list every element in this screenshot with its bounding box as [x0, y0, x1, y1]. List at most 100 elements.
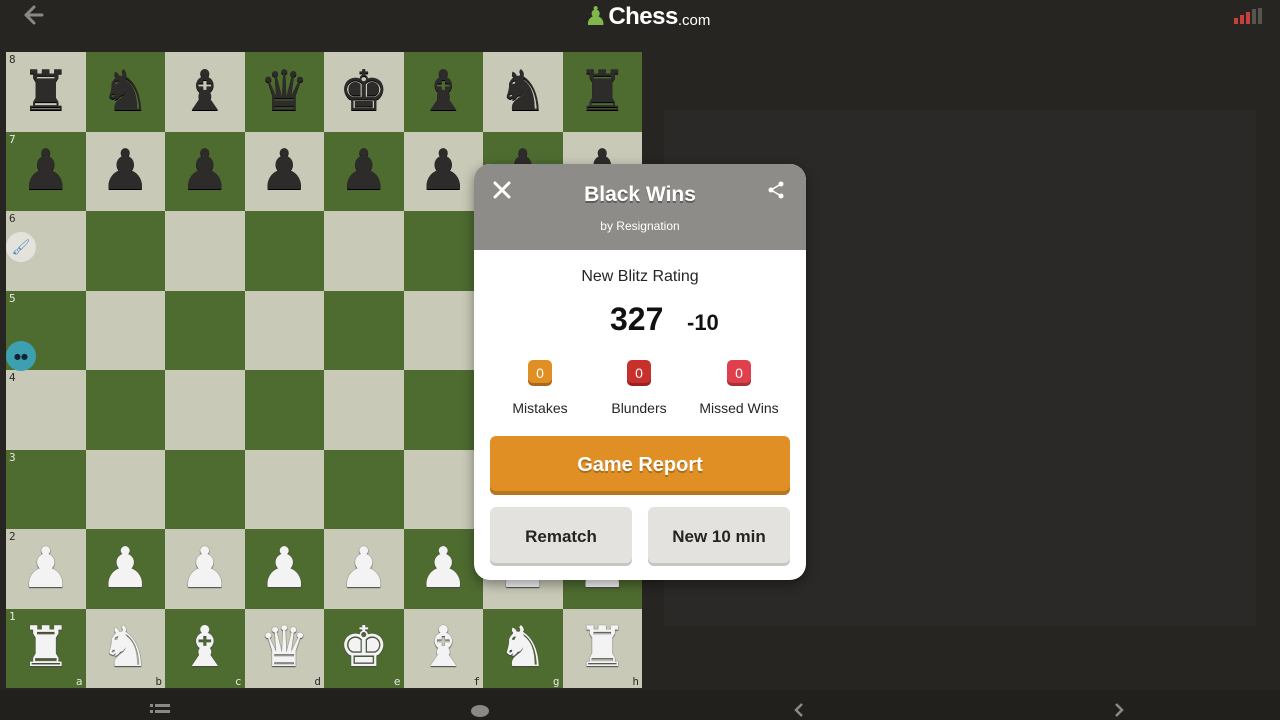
black-piece[interactable]: ♟ — [100, 143, 150, 199]
white-piece[interactable]: ♞ — [498, 620, 548, 676]
white-piece[interactable]: ♞ — [100, 620, 150, 676]
square-e3[interactable] — [324, 449, 404, 529]
square-b8[interactable]: ♞ — [85, 52, 165, 132]
black-piece[interactable]: ♟ — [418, 143, 468, 199]
black-piece[interactable]: ♝ — [418, 63, 468, 120]
game-over-dialog: Black Wins by Resignation New Blitz Rati… — [474, 164, 806, 580]
square-e2[interactable]: ♟ — [324, 529, 404, 609]
white-piece[interactable]: ♝ — [418, 620, 468, 676]
square-a8[interactable]: ♜ 8 — [6, 52, 86, 132]
square-b5[interactable] — [85, 290, 165, 370]
square-e6[interactable] — [324, 211, 404, 291]
black-piece[interactable]: ♞ — [100, 63, 150, 120]
tool-button-icon[interactable]: ●● — [6, 341, 36, 371]
share-icon[interactable] — [766, 180, 790, 204]
square-d8[interactable]: ♛ — [244, 52, 324, 132]
square-e5[interactable] — [324, 290, 404, 370]
white-piece[interactable]: ♟ — [180, 540, 230, 597]
square-d3[interactable] — [244, 449, 324, 529]
square-c8[interactable]: ♝ — [165, 52, 245, 132]
square-f5[interactable] — [403, 290, 483, 370]
black-piece[interactable]: ♟ — [339, 143, 389, 199]
rank-label: 6 — [9, 212, 16, 225]
square-g8[interactable]: ♞ — [483, 52, 563, 132]
square-h1[interactable]: ♜ h — [562, 608, 642, 688]
rematch-button[interactable]: Rematch — [490, 507, 632, 566]
square-b2[interactable]: ♟ — [85, 529, 165, 609]
game-report-button[interactable]: Game Report — [490, 436, 790, 495]
square-a7[interactable]: ♟ 7 — [6, 131, 86, 211]
black-piece[interactable]: ♚ — [339, 63, 389, 120]
white-piece[interactable]: ♚ — [339, 620, 389, 676]
square-c4[interactable] — [165, 370, 245, 450]
square-e1[interactable]: ♚ e — [324, 608, 404, 688]
square-f3[interactable] — [403, 449, 483, 529]
previous-move-icon[interactable] — [792, 700, 806, 720]
white-piece[interactable]: ♜ — [577, 620, 627, 676]
white-piece[interactable]: ♝ — [180, 620, 230, 676]
black-piece[interactable]: ♜ — [21, 63, 71, 120]
square-f7[interactable]: ♟ — [403, 131, 483, 211]
black-piece[interactable]: ♛ — [259, 63, 309, 120]
square-d5[interactable] — [244, 290, 324, 370]
black-piece[interactable]: ♟ — [21, 143, 71, 199]
white-piece[interactable]: ♟ — [259, 540, 309, 597]
square-d2[interactable]: ♟ — [244, 529, 324, 609]
black-piece[interactable]: ♟ — [259, 143, 309, 199]
square-e8[interactable]: ♚ — [324, 52, 404, 132]
square-b3[interactable] — [85, 449, 165, 529]
white-piece[interactable]: ♟ — [21, 540, 71, 597]
square-d7[interactable]: ♟ — [244, 131, 324, 211]
square-a3[interactable]: 3 — [6, 449, 86, 529]
rank-label: 4 — [9, 371, 16, 384]
rating-value: 327 — [610, 301, 664, 337]
stat-mistakes: 0 Mistakes — [490, 360, 590, 416]
black-piece[interactable]: ♟ — [180, 143, 230, 199]
black-piece[interactable]: ♝ — [180, 63, 230, 120]
arrow-left-icon[interactable] — [22, 4, 52, 30]
white-piece[interactable]: ♜ — [21, 620, 71, 676]
square-g1[interactable]: ♞ g — [483, 608, 563, 688]
new-game-button[interactable]: New 10 min — [648, 507, 790, 566]
white-piece[interactable]: ♟ — [100, 540, 150, 597]
square-h8[interactable]: ♜ — [562, 52, 642, 132]
square-f2[interactable]: ♟ — [403, 529, 483, 609]
square-a4[interactable]: 4 — [6, 370, 86, 450]
file-label: f — [473, 675, 480, 688]
square-f1[interactable]: ♝ f — [403, 608, 483, 688]
file-label: b — [155, 675, 162, 688]
file-label: e — [393, 675, 401, 688]
square-b1[interactable]: ♞ b — [85, 608, 165, 688]
square-c5[interactable] — [165, 290, 245, 370]
chat-icon[interactable] — [470, 700, 492, 720]
list-icon[interactable] — [150, 700, 170, 720]
square-b7[interactable]: ♟ — [85, 131, 165, 211]
square-e7[interactable]: ♟ — [324, 131, 404, 211]
square-a2[interactable]: ♟ 2 — [6, 529, 86, 609]
white-piece[interactable]: ♟ — [418, 540, 468, 597]
square-c1[interactable]: ♝ c — [165, 608, 245, 688]
square-c2[interactable]: ♟ — [165, 529, 245, 609]
square-c7[interactable]: ♟ — [165, 131, 245, 211]
square-b4[interactable] — [85, 370, 165, 450]
square-b6[interactable] — [85, 211, 165, 291]
square-d6[interactable] — [244, 211, 324, 291]
brush-tool-icon[interactable]: 🖌 — [6, 232, 36, 262]
square-c3[interactable] — [165, 449, 245, 529]
square-e4[interactable] — [324, 370, 404, 450]
black-piece[interactable]: ♜ — [577, 63, 627, 120]
file-label: g — [552, 675, 560, 688]
square-f4[interactable] — [403, 370, 483, 450]
next-move-icon[interactable] — [1112, 700, 1126, 720]
square-a1[interactable]: ♜ 1 a — [6, 608, 86, 688]
rating-label: New Blitz Rating — [581, 268, 699, 285]
square-d4[interactable] — [244, 370, 324, 450]
square-c6[interactable] — [165, 211, 245, 291]
square-d1[interactable]: ♛ d — [244, 608, 324, 688]
top-bar: ♟ Chess .com — [0, 0, 1280, 40]
square-f6[interactable] — [403, 211, 483, 291]
white-piece[interactable]: ♛ — [259, 620, 309, 676]
white-piece[interactable]: ♟ — [339, 540, 389, 597]
black-piece[interactable]: ♞ — [498, 63, 548, 120]
square-f8[interactable]: ♝ — [403, 52, 483, 132]
